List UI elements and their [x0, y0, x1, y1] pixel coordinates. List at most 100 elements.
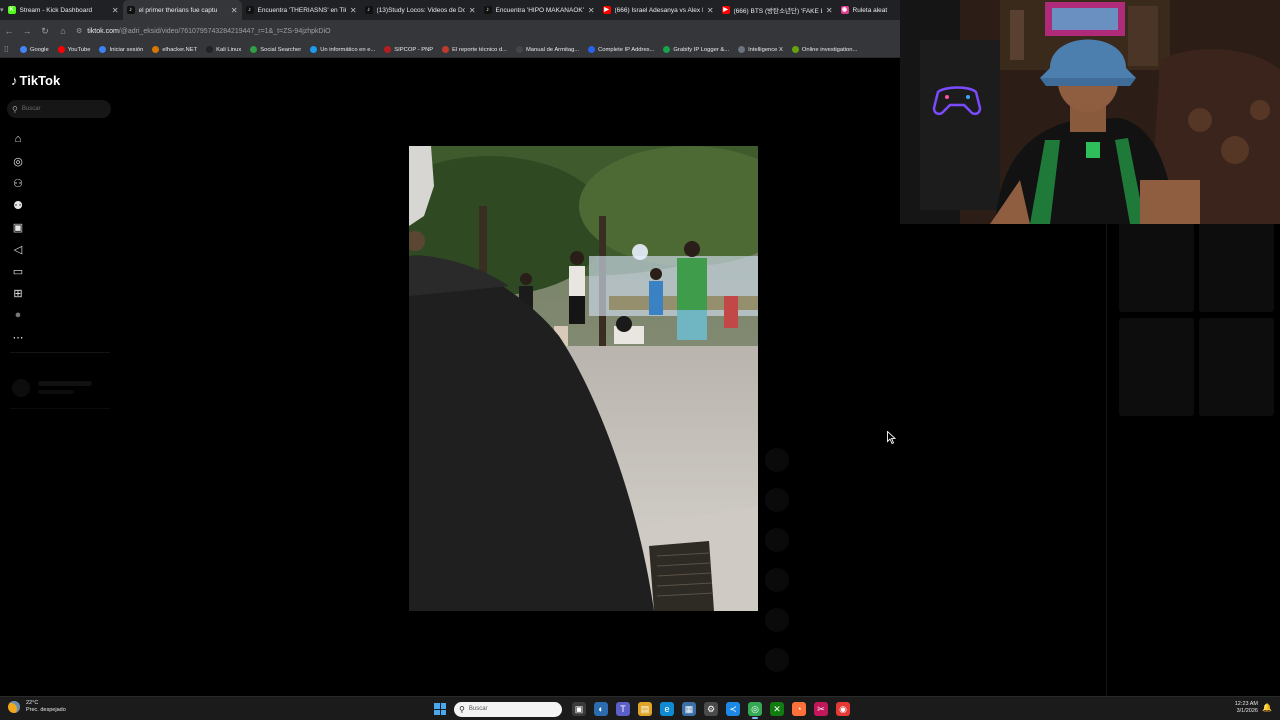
friends-icon[interactable]: ⚉ [11, 194, 25, 216]
browser-tab[interactable]: K Stream - Kick Dashboard ✕ [4, 0, 123, 20]
profile-icon[interactable]: ● [11, 304, 25, 326]
browser-toolbar: ← → ↻ ⌂ ⚙ tiktok.com /@adri_eksid/video/… [0, 20, 900, 42]
close-tab-icon[interactable]: ✕ [350, 6, 357, 15]
bookmark-label: YouTube [67, 46, 91, 53]
browser-tab[interactable]: ♪ el primer therians fue captu ✕ [122, 0, 242, 20]
close-tab-icon[interactable]: ✕ [707, 6, 714, 15]
save-button-skeleton[interactable] [765, 528, 789, 552]
explore-icon[interactable]: ◎ [11, 150, 25, 172]
close-tab-icon[interactable]: ✕ [588, 6, 595, 15]
apps-grid-icon[interactable]: ⁞⁞ [4, 45, 14, 54]
home-button-icon[interactable]: ⌂ [54, 20, 72, 42]
bookmark-item[interactable]: Grabify IP Logger &... [663, 46, 729, 53]
bookmark-item[interactable]: Manual de Armitag... [515, 46, 579, 53]
share-button-skeleton[interactable] [765, 568, 789, 592]
site-info-icon[interactable]: ⚙ [76, 27, 82, 35]
bookmark-item[interactable]: SIPCOP - PNP [384, 46, 433, 53]
system-clock[interactable]: 12:23 AM 3/1/2026 [1235, 701, 1258, 715]
close-tab-icon[interactable]: ✕ [469, 6, 476, 15]
search-icon: ⚲ [459, 704, 465, 714]
bookmark-label: Iniciar sesión [109, 46, 144, 53]
bookmark-label: Kali Linux [216, 46, 242, 53]
comment-button-skeleton[interactable] [765, 488, 789, 512]
edge-icon[interactable]: e [660, 702, 674, 716]
bookmark-favicon-icon [442, 46, 450, 53]
wheel-icon: ◉ [840, 6, 849, 14]
video-grid-skeleton [1199, 318, 1274, 416]
bookmark-item[interactable]: El reporte técnico d... [442, 46, 507, 53]
bookmark-item[interactable]: YouTube [57, 46, 91, 53]
tab-title: el primer therians fue captu [138, 6, 218, 14]
xbox-icon[interactable]: ✕ [770, 702, 784, 716]
bookmark-favicon-icon [738, 46, 746, 53]
bookmark-item[interactable]: Iniciar sesión [99, 46, 143, 53]
kick-icon: K [7, 6, 16, 14]
store-icon[interactable]: ▦ [682, 702, 696, 716]
bookmark-label: Online investigation... [801, 46, 858, 53]
tiktok-icon: ♪ [364, 6, 373, 14]
browser-tab-bar: ▾ K Stream - Kick Dashboard ✕ ♪ el primer th… [0, 0, 900, 20]
tiktok-search-input[interactable]: ⚲ Buscar [7, 100, 111, 118]
webcam-frame [900, 0, 1280, 224]
tiktok-logo[interactable]: ♪ TikTok [11, 73, 60, 88]
weather-widget[interactable]: 22°C Prec. despejado [8, 700, 66, 714]
snipping-icon[interactable]: ✂ [814, 702, 828, 716]
forward-icon[interactable]: → [18, 20, 36, 42]
like-button-skeleton[interactable] [765, 448, 789, 472]
search-placeholder: Buscar [21, 106, 41, 112]
more-button-skeleton[interactable] [765, 608, 789, 632]
chrome-icon[interactable]: ◎ [748, 702, 762, 719]
reload-icon[interactable]: ↻ [36, 20, 54, 42]
youtube-icon: ▶ [721, 6, 730, 14]
browser-tab[interactable]: ◉Ruleta aleat✕ [837, 0, 900, 20]
tab-title: (666) Israel Adesanya vs Alex P [614, 6, 703, 14]
upload-icon[interactable]: ⊞ [11, 282, 25, 304]
address-bar[interactable]: ⚙ tiktok.com /@adri_eksid/video/76107957… [76, 23, 331, 39]
youtube-icon: ▶ [602, 6, 611, 14]
browser-tab[interactable]: ♪ Encuentra 'THERIASNS' en TikT ✕ [242, 0, 361, 20]
bookmark-favicon-icon [384, 46, 392, 53]
bookmark-item[interactable]: Social Searcher [250, 46, 301, 53]
vscode-icon[interactable]: ≺ [726, 702, 740, 716]
bookmark-item[interactable]: Kali Linux [206, 46, 241, 53]
mouse-cursor-icon [887, 431, 896, 444]
more-icon[interactable]: ⋯ [11, 326, 25, 348]
copilot-icon[interactable]: ◐ [594, 702, 608, 716]
file-explorer-icon[interactable]: ▤ [638, 702, 652, 716]
firefox-icon[interactable]: ◔ [792, 702, 806, 716]
video-grid-skeleton [1119, 318, 1194, 416]
inbox-icon[interactable]: ▭ [11, 260, 25, 282]
task-view-icon[interactable]: ▣ [572, 702, 586, 716]
obs-icon[interactable]: ◉ [836, 702, 850, 716]
screen: ▾ K Stream - Kick Dashboard ✕ ♪ el primer th… [0, 0, 1280, 720]
tab-title: (13)Study Locos: Videos de Dor [376, 6, 465, 14]
windows-start-icon[interactable] [434, 703, 446, 715]
bookmark-item[interactable]: Un informático en e... [310, 46, 375, 53]
bookmark-item[interactable]: elhacker.NET [152, 46, 197, 53]
taskbar-search-input[interactable]: ⚲ Buscar [454, 701, 562, 717]
back-icon[interactable]: ← [0, 20, 18, 42]
bookmark-label: Google [30, 46, 49, 53]
browser-tab[interactable]: ▶ (666) BTS (방탄소년단) 'FAKE LO ✕ [718, 0, 837, 20]
settings-icon[interactable]: ⚙ [704, 702, 718, 716]
bookmark-item[interactable]: Intelligence X [738, 46, 783, 53]
sound-button-skeleton[interactable] [765, 648, 789, 672]
browser-tab[interactable]: ▶ (666) Israel Adesanya vs Alex P ✕ [599, 0, 718, 20]
close-tab-icon[interactable]: ✕ [826, 6, 833, 15]
browser-tab[interactable]: ♪ Encuentra 'HIPO MAKANAOK' ✕ [480, 0, 599, 20]
bookmark-item[interactable]: Complete IP Addres... [588, 46, 654, 53]
close-tab-icon[interactable]: ✕ [112, 6, 119, 15]
messages-icon[interactable]: ◁ [11, 238, 25, 260]
video-player[interactable] [409, 146, 758, 611]
close-tab-icon[interactable]: ✕ [231, 6, 238, 15]
live-icon[interactable]: ▣ [11, 216, 25, 238]
notification-bell-icon[interactable]: 🔔 [1262, 703, 1272, 712]
bookmark-favicon-icon [310, 46, 318, 53]
bookmark-item[interactable]: Online investigation... [791, 46, 858, 53]
bookmark-favicon-icon [57, 46, 65, 53]
home-icon[interactable]: ⌂ [11, 128, 25, 150]
browser-tab[interactable]: ♪ (13)Study Locos: Videos de Dor ✕ [361, 0, 480, 20]
bookmark-item[interactable]: Google [20, 46, 49, 53]
teams-icon[interactable]: T [616, 702, 630, 716]
following-icon[interactable]: ⚇ [11, 172, 25, 194]
